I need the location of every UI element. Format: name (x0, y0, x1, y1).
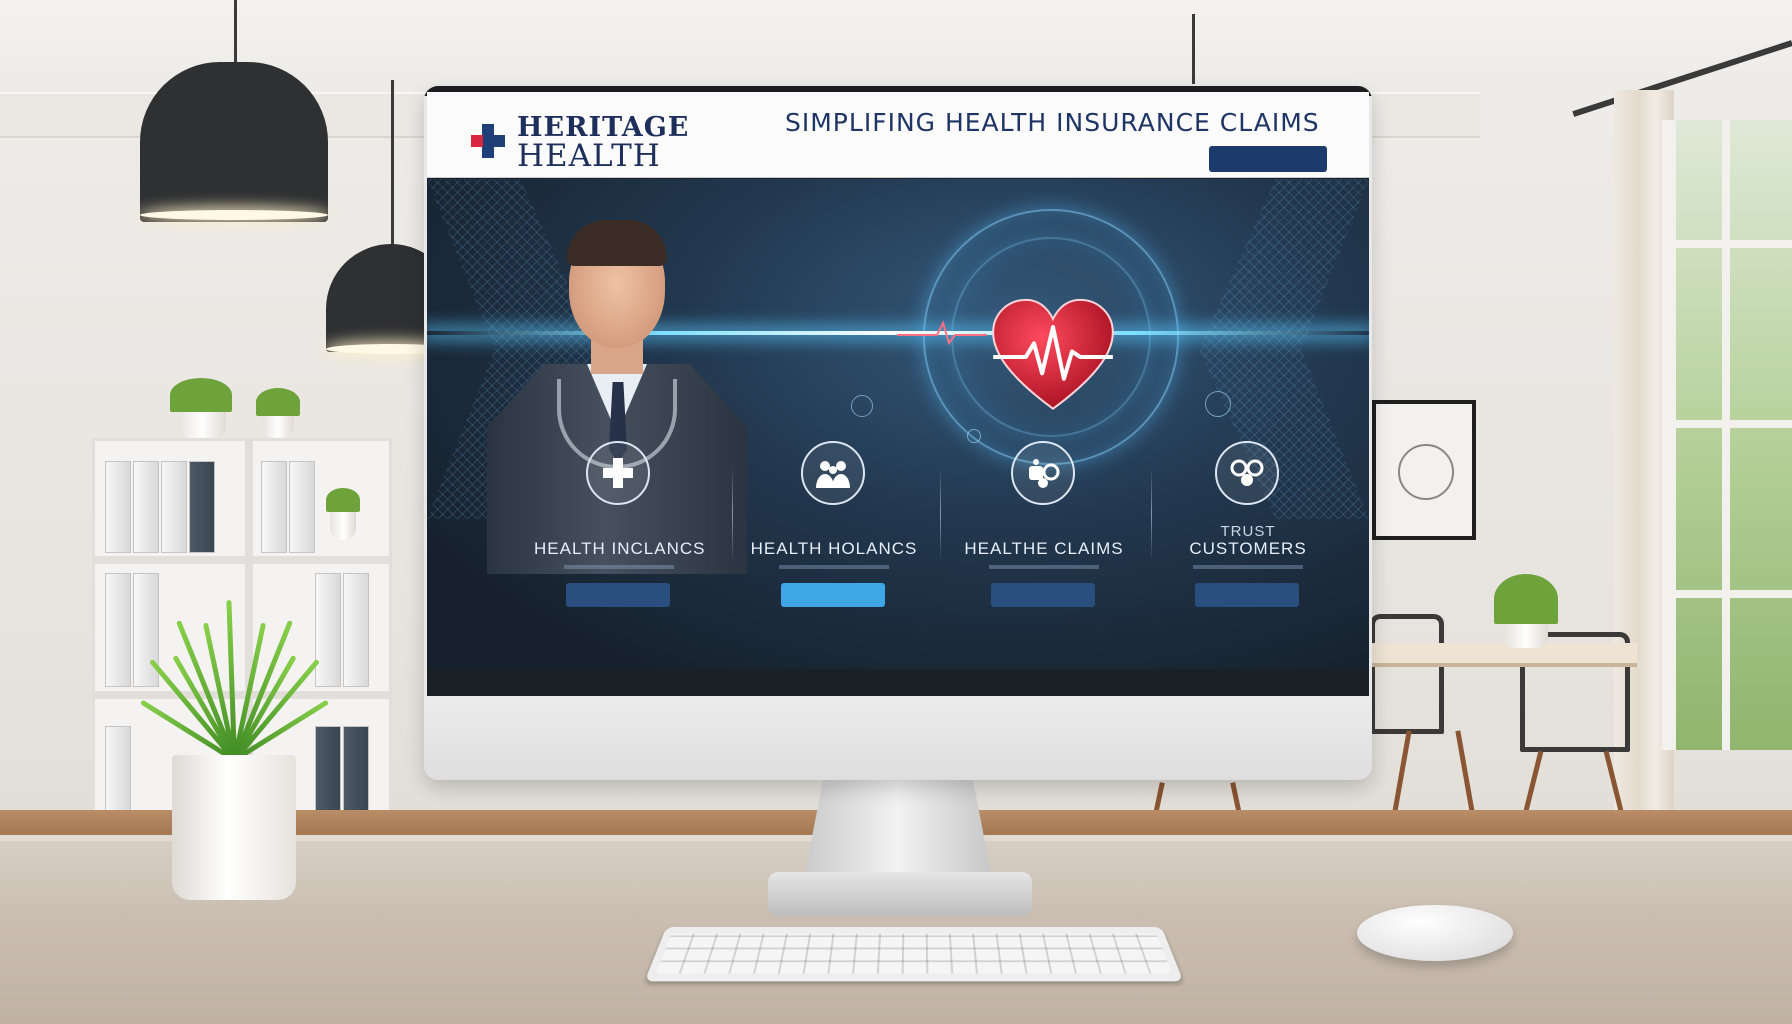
feature-card-health-claims[interactable]: HEALTHE CLAIMS (959, 441, 1129, 651)
feature-subtext (1193, 565, 1303, 569)
small-plant (326, 488, 360, 512)
small-plant (256, 388, 300, 416)
feature-card-health-insurance[interactable]: HEALTH INCLANCS (534, 441, 706, 651)
family-group-icon (801, 441, 865, 505)
site-header: HERITAGE HEALTH SIMPLIFING HEALTH INSURA… (427, 92, 1369, 178)
feature-button[interactable] (566, 583, 670, 607)
lamp-cord (234, 0, 237, 64)
feature-button[interactable] (991, 583, 1095, 607)
lamp-cord (1192, 14, 1195, 84)
lamp-cord (391, 80, 394, 246)
hero-footer-strip (427, 669, 1369, 696)
heartbeat-heart-icon (992, 298, 1114, 410)
feature-kicker: TRUST (1220, 523, 1276, 540)
feature-button-active[interactable] (781, 583, 885, 607)
feature-title: HEALTH HOLANCS (750, 539, 918, 558)
feature-title: HEALTHE CLAIMS (964, 539, 1124, 558)
feature-subtext (989, 565, 1099, 569)
header-cta-button[interactable] (1209, 146, 1327, 172)
medical-cross-icon (586, 441, 650, 505)
trust-people-icon (1215, 441, 1279, 505)
feature-title: CUSTOMERS (1189, 539, 1307, 558)
small-plant (170, 378, 232, 412)
keyboard[interactable] (644, 926, 1184, 982)
screen: HERITAGE HEALTH SIMPLIFING HEALTH INSURA… (427, 92, 1369, 696)
chair (1370, 614, 1444, 734)
small-plant-pot (178, 410, 226, 438)
monitor-stand-base (768, 872, 1032, 916)
window (1662, 120, 1792, 750)
feature-subtext (564, 565, 674, 569)
small-plant-pot (1504, 620, 1548, 648)
monitor-chin (424, 696, 1372, 780)
small-plant-pot (330, 510, 356, 540)
pendant-lamp-left (140, 62, 328, 222)
lamp-glow (140, 210, 328, 220)
feature-subtext (779, 565, 889, 569)
hero-banner: HEALTH INCLANCS HEALTH HOLANCS HEALTHE C… (427, 179, 1369, 669)
site-tagline: SIMPLIFING HEALTH INSURANCE CLAIMS (785, 108, 1320, 137)
mouse[interactable] (1357, 905, 1513, 961)
claims-icon (1011, 441, 1075, 505)
desk-plant-pot (172, 755, 296, 900)
small-plant (1494, 574, 1558, 624)
monitor: HERITAGE HEALTH SIMPLIFING HEALTH INSURA… (424, 86, 1372, 780)
wall-clock (1372, 400, 1476, 540)
feature-card-health-holancs[interactable]: HEALTH HOLANCS (749, 441, 919, 651)
feature-card-trust-customers[interactable]: TRUST CUSTOMERS (1163, 441, 1333, 651)
feature-button[interactable] (1195, 583, 1299, 607)
dining-table (1355, 643, 1637, 667)
pulse-line-icon (897, 320, 987, 346)
feature-title: HEALTH INCLANCS (534, 539, 706, 558)
small-plant-pot (262, 414, 294, 438)
